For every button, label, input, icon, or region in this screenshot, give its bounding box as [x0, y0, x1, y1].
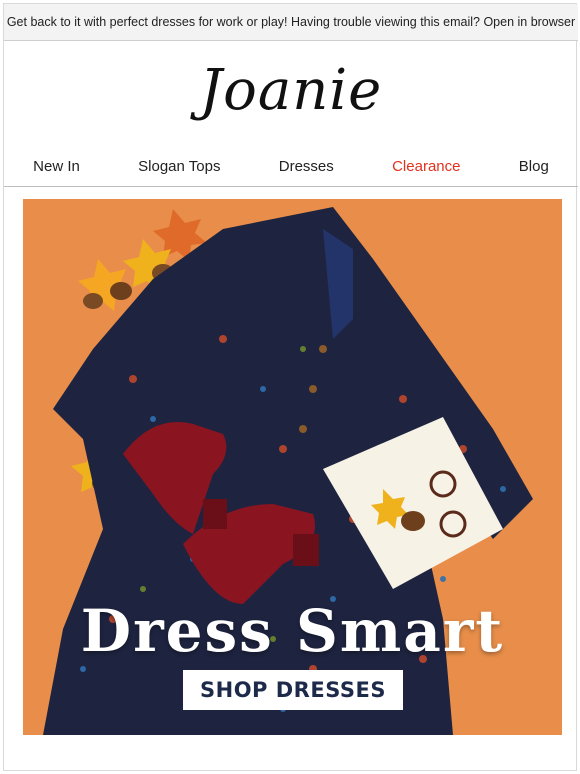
- hero-headline: Dress Smart: [80, 597, 505, 665]
- preheader-text: Get back to it with perfect dresses for …: [6, 15, 480, 29]
- nav-item-new-in[interactable]: New In: [33, 158, 80, 175]
- nav-item-dresses[interactable]: Dresses: [279, 158, 334, 175]
- nav-item-clearance[interactable]: Clearance: [392, 158, 460, 175]
- nav-item-blog[interactable]: Blog: [519, 158, 549, 175]
- shop-dresses-button[interactable]: SHOP DRESSES: [183, 670, 403, 710]
- preheader-bar: Get back to it with perfect dresses for …: [4, 4, 578, 41]
- hero-banner[interactable]: Dress Smart SHOP DRESSES: [23, 199, 562, 735]
- brand-logo[interactable]: Joanie: [4, 46, 578, 136]
- email-frame: Get back to it with perfect dresses for …: [3, 3, 578, 771]
- nav-item-slogan-tops[interactable]: Slogan Tops: [138, 158, 220, 175]
- open-in-browser-link[interactable]: Open in browser: [483, 15, 575, 29]
- main-nav: New In Slogan Tops Dresses Clearance Blo…: [4, 146, 578, 187]
